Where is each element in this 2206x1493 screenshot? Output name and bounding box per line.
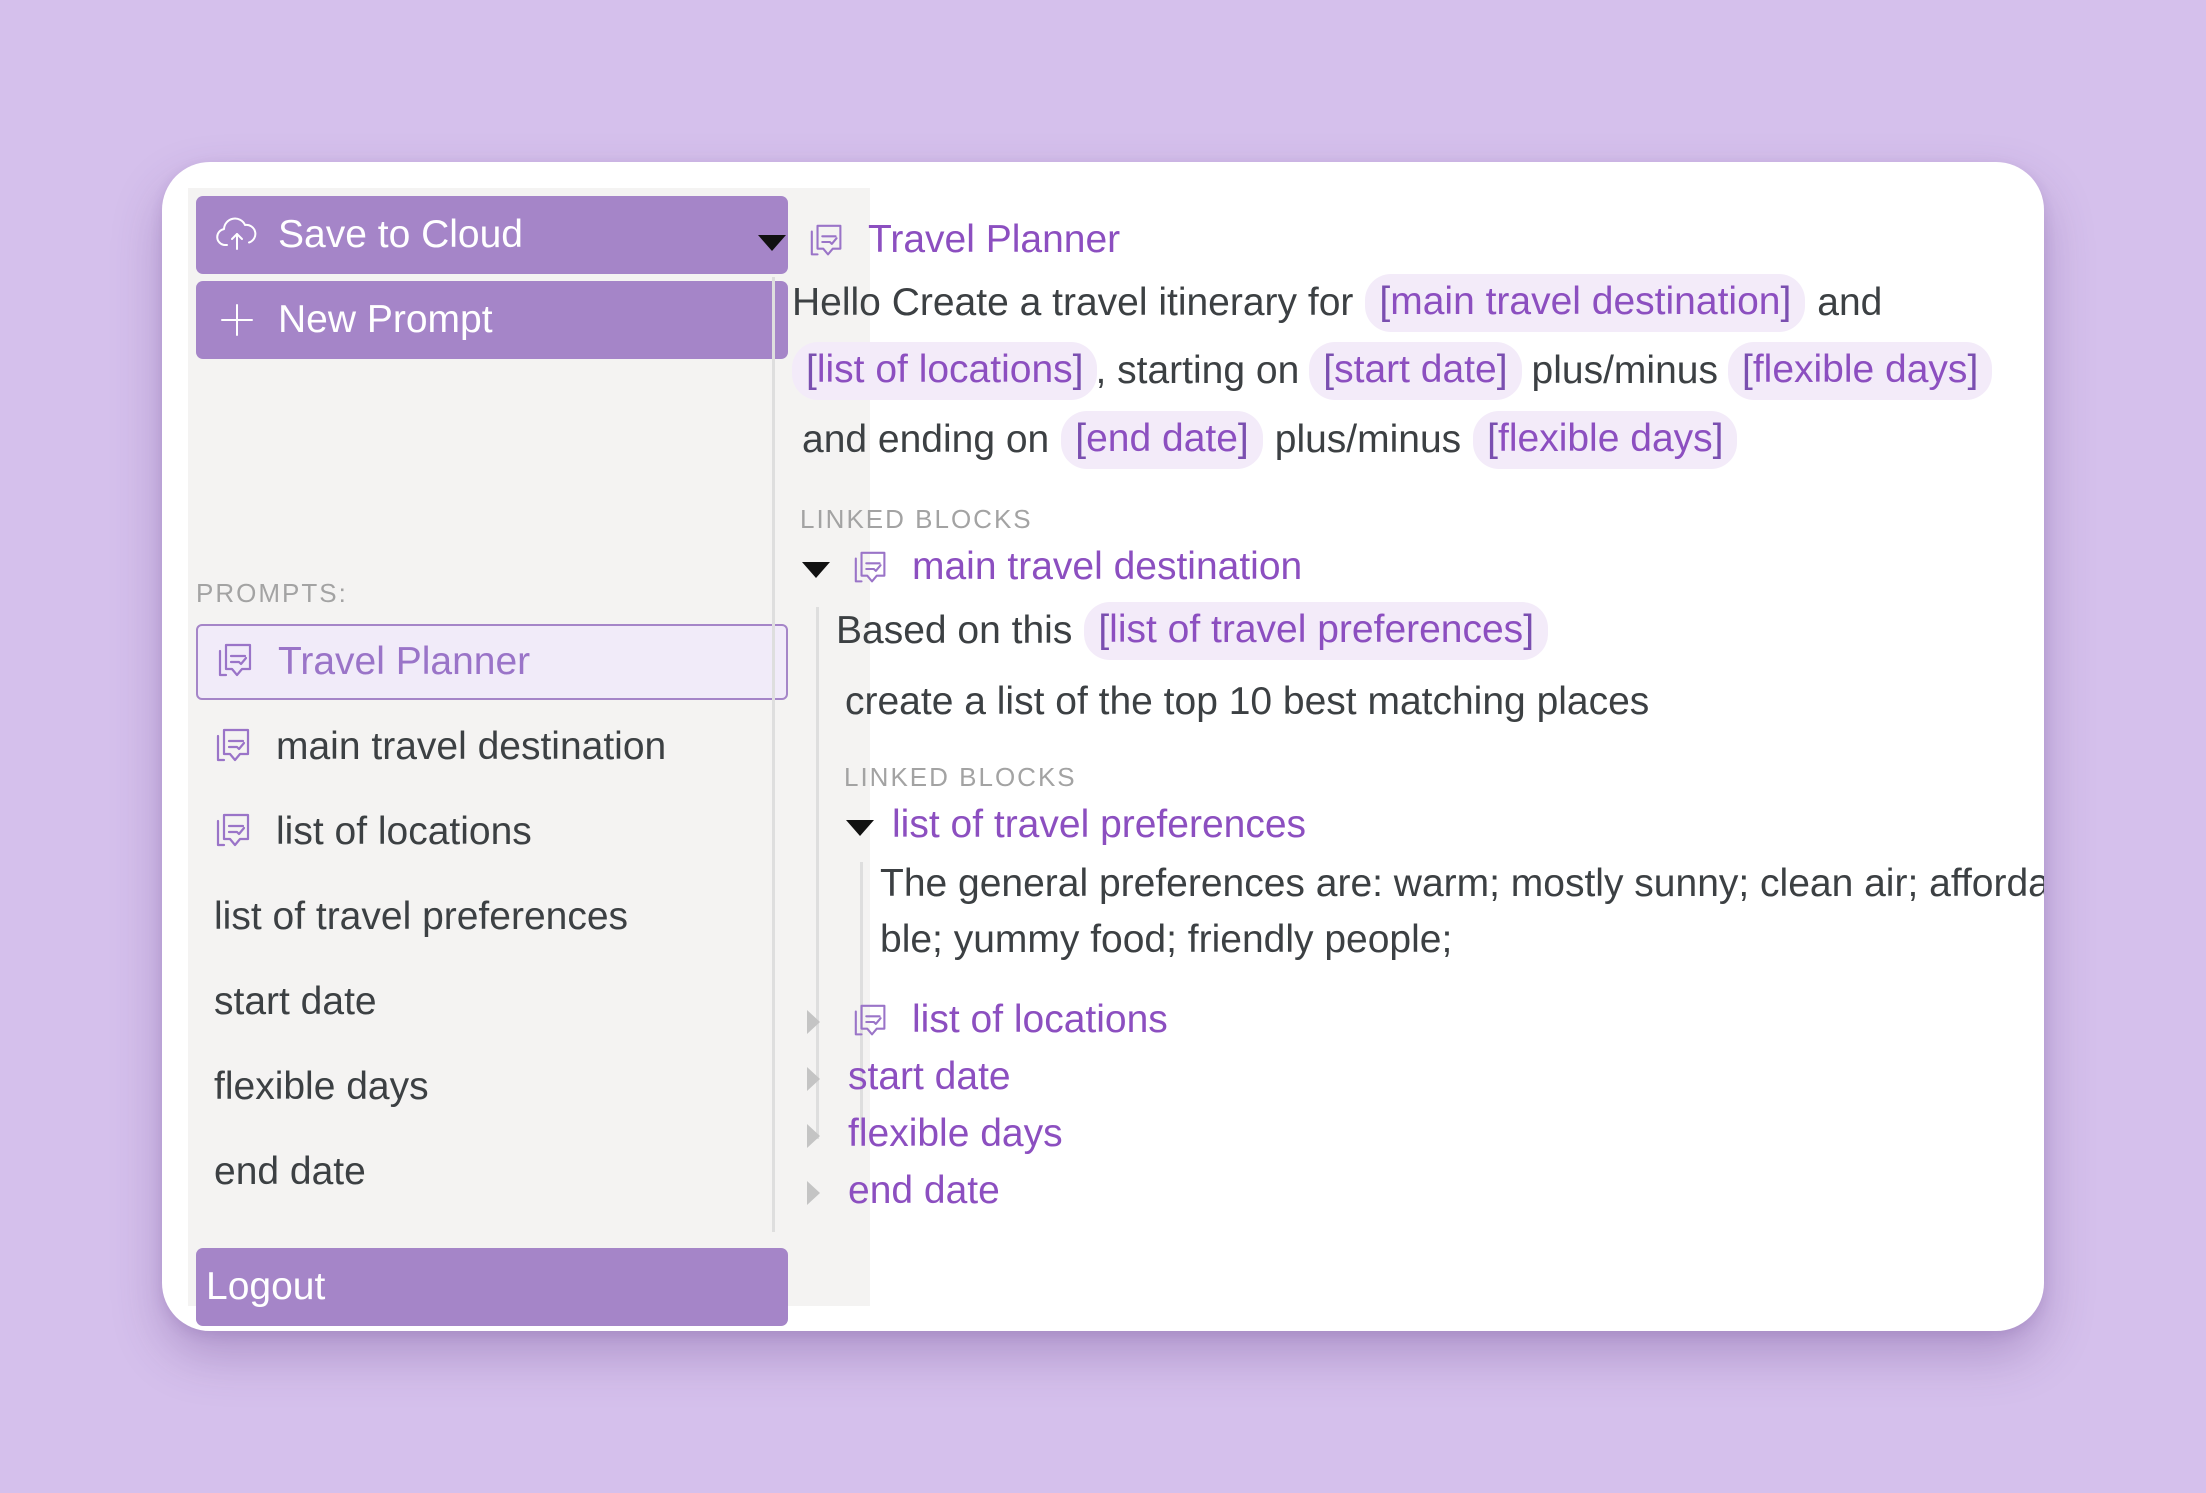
expand-caret-icon[interactable] [807, 1010, 820, 1034]
nested-block-title[interactable]: list of travel preferences [892, 803, 1306, 847]
linked-block-end-date[interactable]: end date [848, 1169, 1000, 1213]
chip-label: list of locations [816, 348, 1073, 391]
collapse-caret-icon[interactable] [758, 235, 786, 251]
prompt-icon [852, 549, 892, 589]
variable-chip[interactable]: [end date] [1061, 411, 1263, 469]
linked-block-line-2: create a list of the top 10 best matchin… [845, 680, 1650, 723]
chip-label: end date [1086, 417, 1238, 460]
expand-caret-icon[interactable] [807, 1067, 820, 1091]
body-text: Hello Create a travel itinerary for [792, 281, 1354, 324]
variable-chip[interactable]: [flexible days] [1727, 342, 1993, 400]
collapse-caret-icon[interactable] [846, 820, 874, 836]
chip-label: flexible days [1498, 417, 1713, 460]
collapse-caret-icon[interactable] [802, 562, 830, 578]
editor: Travel Planner Hello Create a travel iti… [162, 162, 2044, 1331]
variable-chip[interactable]: [flexible days] [1473, 411, 1738, 469]
body-text: plus/minus [1274, 418, 1462, 461]
block-title-travel-planner[interactable]: Travel Planner [868, 218, 1120, 262]
prompt-body-line-2: [list of locations] , starting on [start… [792, 342, 1993, 400]
chip-label: main travel destination [1390, 280, 1781, 323]
prompt-icon [852, 1002, 892, 1042]
nested-block-line-1: The general preferences are: warm; mostl… [880, 862, 2044, 905]
nested-block-line-2: ble; yummy food; friendly people; [880, 918, 1453, 961]
linked-block-flexible-days[interactable]: flexible days [848, 1112, 1063, 1156]
linked-block-title[interactable]: main travel destination [912, 545, 1302, 589]
body-text: and [1817, 281, 1883, 324]
body-text: Based on this [836, 609, 1073, 652]
block-guide-line [772, 277, 775, 1232]
variable-chip[interactable]: [main travel destination] [1365, 274, 1806, 332]
prompt-body-line-3: and ending on [end date] plus/minus [fle… [802, 411, 1738, 469]
linked-blocks-heading: LINKED BLOCKS [800, 504, 1033, 534]
body-text: , starting on [1095, 349, 1300, 392]
body-text: and ending on [802, 418, 1050, 461]
variable-chip[interactable]: [list of locations] [792, 342, 1098, 400]
linked-block-line-1: Based on this [list of travel preference… [836, 602, 1549, 660]
block-guide-line [816, 607, 819, 1139]
app-window: Save to Cloud New Prompt PROMPTS: Travel… [162, 162, 2044, 1331]
chip-label: flexible days [1752, 348, 1968, 391]
linked-block-list-of-locations[interactable]: list of locations [912, 998, 1168, 1042]
linked-blocks-heading: LINKED BLOCKS [844, 762, 1077, 792]
variable-chip[interactable]: [start date] [1309, 342, 1522, 400]
prompt-icon [808, 222, 848, 262]
body-text: plus/minus [1531, 349, 1718, 392]
variable-chip[interactable]: [list of travel preferences] [1084, 602, 1549, 660]
chip-label: start date [1334, 348, 1497, 391]
expand-caret-icon[interactable] [807, 1181, 820, 1205]
prompt-body-line-1: Hello Create a travel itinerary for [mai… [792, 274, 1882, 332]
chip-label: list of travel preferences [1109, 608, 1524, 651]
linked-block-start-date[interactable]: start date [848, 1055, 1011, 1099]
expand-caret-icon[interactable] [807, 1124, 820, 1148]
